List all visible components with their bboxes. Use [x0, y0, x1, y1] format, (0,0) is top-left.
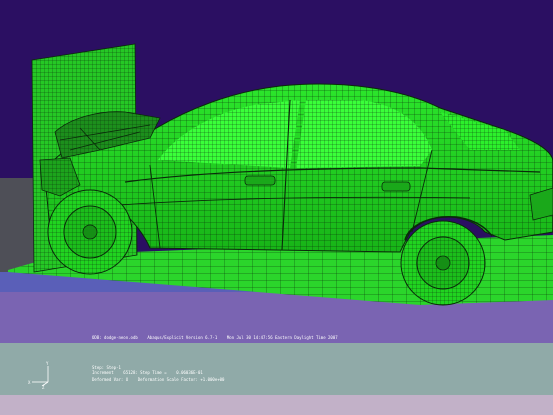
rear-wheel: [400, 220, 486, 306]
footer-panel: [0, 343, 553, 395]
triad-y-label: Y: [46, 361, 49, 366]
viewport-title-text: ODB: dodge-neon.odb Abaqus/Explicit Vers…: [92, 335, 338, 340]
crash-simulation-scene: [0, 0, 553, 415]
triad-x-label: X: [28, 380, 31, 385]
front-wheel: [47, 189, 133, 275]
bottom-strip: [0, 395, 553, 415]
deformation-label: Deformed Var: U Deformation Scale Factor…: [92, 377, 225, 382]
triad-z-label: Z: [42, 385, 45, 390]
abaqus-viewport[interactable]: ODB: dodge-neon.odb Abaqus/Explicit Vers…: [0, 0, 553, 415]
front-door-handle: [244, 175, 276, 186]
increment-label: Increment 65128: Step Time = 0.06036E-01: [92, 370, 203, 375]
rear-door-handle: [381, 181, 411, 192]
